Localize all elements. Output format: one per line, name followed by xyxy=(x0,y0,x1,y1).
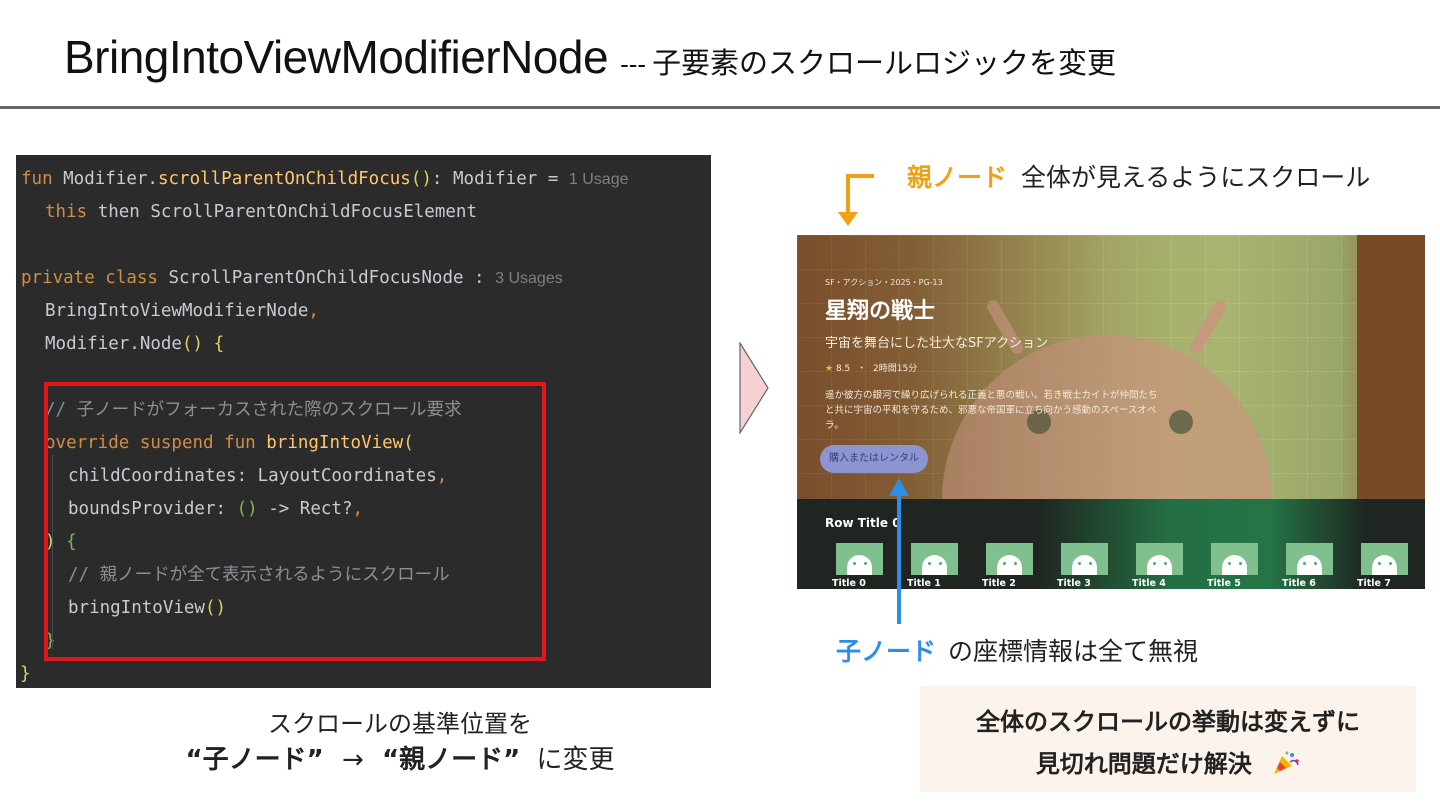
brace: { xyxy=(203,334,225,354)
parent-pointer-arrow-icon xyxy=(838,174,874,226)
result-line-2-text: 見切れ問題だけ解決 xyxy=(1035,750,1252,778)
parent-node-annotation: 親ノード 全体が見えるようにスクロール xyxy=(907,158,1370,194)
card-label: Title 3 xyxy=(1057,578,1091,589)
code-text: ScrollParentOnChildFocusNode : xyxy=(157,268,496,288)
movie-title: 星翔の戦士 xyxy=(825,299,936,324)
star-icon: ★ xyxy=(825,364,834,374)
buy-or-rent-button[interactable]: 購入またはレンタル xyxy=(820,445,928,473)
child-node-text: の座標情報は全て無視 xyxy=(948,637,1199,666)
card-label: Title 4 xyxy=(1132,578,1166,589)
card-thumbnail xyxy=(1136,543,1183,575)
child-node-annotation: 子ノード の座標情報は全て無視 xyxy=(836,632,1198,668)
arrow-icon: → xyxy=(341,745,364,775)
slide-title-sub: 子要素のスクロールロジックを変更 xyxy=(652,46,1117,80)
paren: () xyxy=(181,334,204,354)
card-label: Title 2 xyxy=(982,578,1016,589)
caption-line-1: スクロールの基準位置を xyxy=(268,710,532,738)
usage-hint: 1 Usage xyxy=(568,171,629,188)
code-line-4: BringIntoViewModifierNode, xyxy=(45,299,319,323)
title-divider xyxy=(0,106,1440,109)
result-line-2: 見切れ問題だけ解決 xyxy=(920,744,1416,779)
keyword: this xyxy=(45,202,88,222)
parent-node-label: 親ノード xyxy=(907,163,1008,192)
caption-suffix: に変更 xyxy=(536,745,615,775)
card-label: Title 6 xyxy=(1282,578,1316,589)
code-line-14: } xyxy=(20,664,31,684)
highlight-box xyxy=(44,382,546,661)
caption-line-2: “子ノード” → “親ノード” に変更 xyxy=(110,739,690,776)
card-label: Title 1 xyxy=(907,578,941,589)
party-popper-icon xyxy=(1274,751,1299,774)
code-line-3: private class ScrollParentOnChildFocusNo… xyxy=(21,266,563,291)
hero-banner: SF・アクション・2025・PG-13 星翔の戦士 宇宙を舞台にした壮大なSFア… xyxy=(797,235,1425,499)
usage-hint: 3 Usages xyxy=(495,270,563,287)
title-card[interactable]: Title 5 xyxy=(1201,537,1269,589)
card-thumbnail xyxy=(986,543,1033,575)
code-text: BringIntoViewModifierNode xyxy=(45,301,309,321)
title-card[interactable]: Title 3 xyxy=(1051,537,1119,589)
movie-description: 遥か彼方の銀河で繰り広げられる正義と悪の戦い。若き戦士カイトが仲間たちと共に宇宙… xyxy=(825,390,1158,431)
caption-child-node: “子ノード” xyxy=(185,745,324,775)
title-card[interactable]: Title 0 xyxy=(826,537,894,589)
code-text: Modifier. xyxy=(52,169,158,189)
child-pointer-arrow-icon xyxy=(889,478,909,624)
title-card[interactable]: Title 1 xyxy=(901,537,969,589)
code-text: : Modifier = xyxy=(431,169,569,189)
title-card[interactable]: Title 7 xyxy=(1351,537,1419,589)
code-text: then ScrollParentOnChildFocusElement xyxy=(87,202,477,222)
rating-separator: ・ xyxy=(857,364,867,374)
card-label: Title 5 xyxy=(1207,578,1241,589)
title-card[interactable]: Title 2 xyxy=(976,537,1044,589)
keyword: private class xyxy=(21,268,158,288)
card-label: Title 0 xyxy=(832,578,866,589)
child-node-label: 子ノード xyxy=(836,637,937,666)
rating-value: 8.5 xyxy=(835,364,851,374)
movie-rating: ★ 8.5 ・ 2時間15分 xyxy=(825,361,917,374)
paren: () xyxy=(410,169,432,189)
card-thumbnail xyxy=(836,543,883,575)
slide-title-separator: --- xyxy=(620,49,647,79)
caption-parent-node: “親ノード” xyxy=(382,745,521,775)
comma: , xyxy=(308,301,319,321)
code-text: Modifier.Node xyxy=(45,334,182,354)
result-callout: 全体のスクロールの挙動は変えずに 見切れ問題だけ解決 xyxy=(920,686,1416,792)
code-line-2: this then ScrollParentOnChildFocusElemen… xyxy=(45,200,477,224)
movie-meta: SF・アクション・2025・PG-13 xyxy=(825,278,943,287)
title-card[interactable]: Title 4 xyxy=(1126,537,1194,589)
card-thumbnail xyxy=(1211,543,1258,575)
card-thumbnail xyxy=(1361,543,1408,575)
slide-title-main: BringIntoViewModifierNode xyxy=(64,31,609,83)
slide-title: BringIntoViewModifierNode --- 子要素のスクロールロジッ… xyxy=(64,30,1116,84)
parent-node-text: 全体が見えるようにスクロール xyxy=(1021,163,1371,192)
keyword: fun xyxy=(21,169,53,189)
code-line-5: Modifier.Node() { xyxy=(45,332,224,356)
card-thumbnail xyxy=(911,543,958,575)
card-thumbnail xyxy=(1061,543,1108,575)
movie-duration: 2時間15分 xyxy=(873,364,918,374)
card-label: Title 7 xyxy=(1357,578,1391,589)
transition-arrow-icon xyxy=(739,342,769,434)
movie-tagline: 宇宙を舞台にした壮大なSFアクション xyxy=(825,336,1049,351)
code-panel: fun Modifier.scrollParentOnChildFocus():… xyxy=(16,155,711,688)
card-thumbnail xyxy=(1286,543,1333,575)
code-line-1: fun Modifier.scrollParentOnChildFocus():… xyxy=(21,167,628,192)
function-name: scrollParentOnChildFocus xyxy=(157,169,411,189)
result-line-1: 全体のスクロールの挙動は変えずに xyxy=(976,708,1360,736)
title-card[interactable]: Title 6 xyxy=(1276,537,1344,589)
